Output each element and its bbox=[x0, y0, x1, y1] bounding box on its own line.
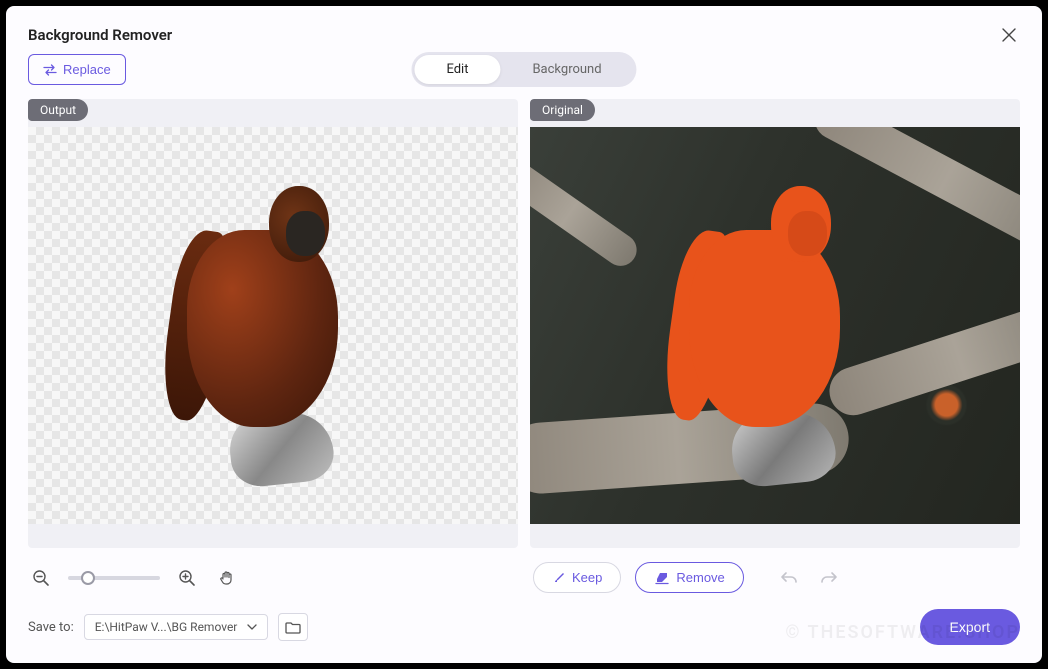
undo-icon bbox=[780, 570, 798, 586]
undo-button[interactable] bbox=[776, 565, 802, 591]
original-panel-header: Original bbox=[530, 99, 1020, 127]
export-label: Export bbox=[950, 619, 990, 635]
output-badge: Output bbox=[28, 99, 88, 121]
replace-label: Replace bbox=[63, 62, 111, 77]
remove-button[interactable]: Remove bbox=[635, 562, 743, 593]
preview-panels: Output Original bbox=[6, 99, 1042, 548]
output-panel-footer bbox=[28, 524, 518, 548]
mode-tabs: Edit Background bbox=[411, 52, 636, 87]
redo-button[interactable] bbox=[816, 565, 842, 591]
output-panel: Output bbox=[28, 99, 518, 548]
tab-edit[interactable]: Edit bbox=[414, 55, 500, 84]
remove-label: Remove bbox=[676, 570, 724, 585]
keep-button[interactable]: Keep bbox=[533, 562, 621, 593]
hand-icon bbox=[218, 569, 236, 587]
zoom-out-icon bbox=[32, 569, 50, 587]
redo-icon bbox=[820, 570, 838, 586]
save-path-select[interactable]: E:\HitPaw V...\BG Remover bbox=[84, 614, 269, 640]
zoom-slider-thumb[interactable] bbox=[81, 571, 95, 585]
zoom-in-icon bbox=[178, 569, 196, 587]
output-canvas[interactable] bbox=[28, 127, 518, 524]
pan-button[interactable] bbox=[214, 565, 240, 591]
export-button[interactable]: Export bbox=[920, 609, 1020, 645]
open-folder-button[interactable] bbox=[278, 613, 308, 641]
title-bar: Background Remover bbox=[6, 6, 1042, 54]
chevron-down-icon bbox=[247, 624, 257, 630]
toolbar: Replace Edit Background bbox=[6, 54, 1042, 99]
original-subject-mask bbox=[667, 167, 883, 485]
swap-icon bbox=[43, 64, 57, 76]
tab-background[interactable]: Background bbox=[500, 55, 633, 84]
keep-label: Keep bbox=[572, 570, 602, 585]
save-to-label: Save to: bbox=[28, 620, 74, 635]
window-title: Background Remover bbox=[28, 26, 172, 44]
original-panel: Original bbox=[530, 99, 1020, 548]
original-panel-footer bbox=[530, 524, 1020, 548]
zoom-out-button[interactable] bbox=[28, 565, 54, 591]
close-icon bbox=[1002, 28, 1016, 42]
output-panel-header: Output bbox=[28, 99, 518, 127]
original-canvas[interactable] bbox=[530, 127, 1020, 524]
app-window: Background Remover Replace Edit Backgrou… bbox=[6, 6, 1042, 663]
zoom-controls bbox=[28, 565, 515, 591]
save-path-text: E:\HitPaw V...\BG Remover bbox=[95, 620, 238, 634]
zoom-in-button[interactable] bbox=[174, 565, 200, 591]
zoom-slider[interactable] bbox=[68, 576, 160, 580]
close-button[interactable] bbox=[998, 24, 1020, 46]
brush-icon bbox=[552, 571, 566, 585]
output-subject bbox=[165, 167, 381, 485]
folder-icon bbox=[285, 621, 301, 634]
eraser-icon bbox=[654, 571, 670, 585]
replace-button[interactable]: Replace bbox=[28, 54, 126, 85]
original-badge: Original bbox=[530, 99, 595, 121]
footer: Save to: E:\HitPaw V...\BG Remover Expor… bbox=[6, 603, 1042, 663]
controls-row: Keep Remove bbox=[6, 548, 1042, 603]
edit-actions: Keep Remove bbox=[529, 562, 1020, 593]
